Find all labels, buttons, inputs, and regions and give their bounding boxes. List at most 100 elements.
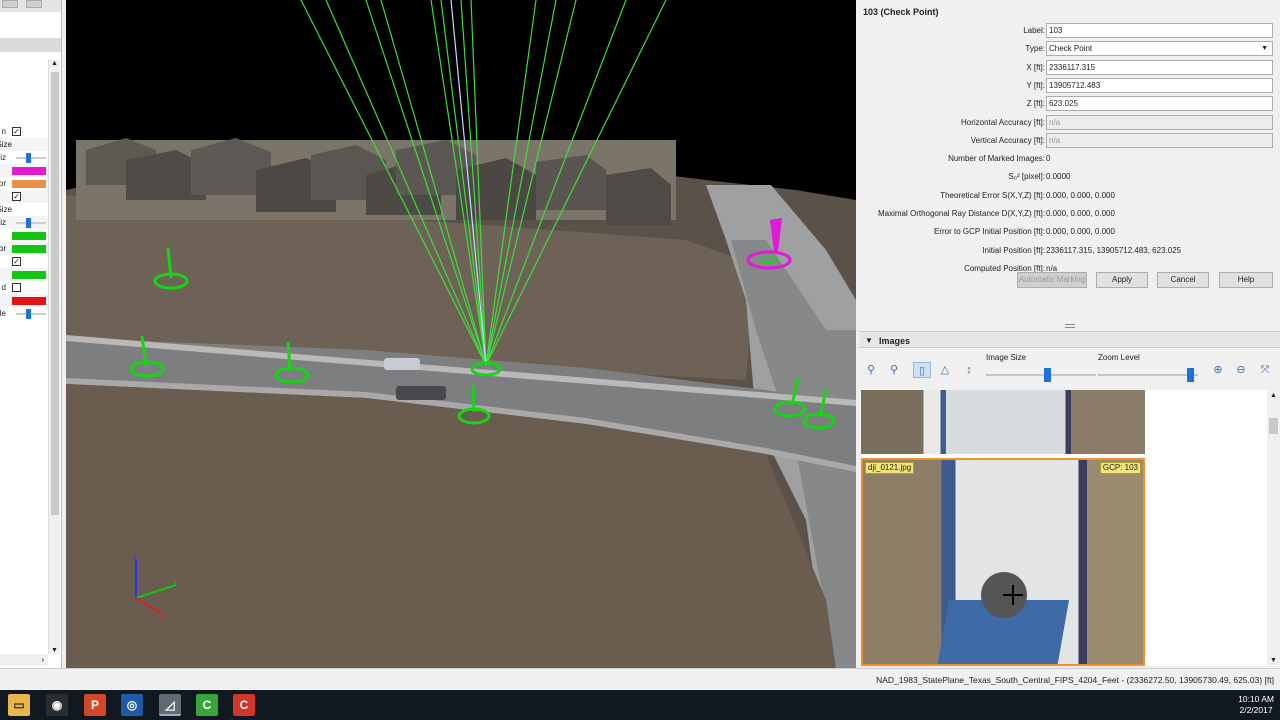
color-swatch[interactable] xyxy=(12,180,46,188)
fit-to-view-icon[interactable]: ⤧ xyxy=(1256,362,1274,378)
zoom-level-slider[interactable] xyxy=(1098,368,1198,382)
scroll-down-icon[interactable]: ▼ xyxy=(1270,657,1277,664)
powerpoint-icon[interactable]: P xyxy=(84,694,106,716)
layers-horizontal-scrollbar[interactable]: › xyxy=(0,654,48,666)
color-swatch[interactable] xyxy=(12,167,46,175)
layer-property-row: cal Siz xyxy=(0,151,48,164)
property-label: Vertical Accuracy [ft]: xyxy=(970,135,1045,145)
scroll-up-icon[interactable]: ▲ xyxy=(51,60,58,67)
property-input[interactable]: 103 xyxy=(1046,23,1273,38)
layers-tool-button[interactable] xyxy=(2,0,18,8)
image-size-slider[interactable] xyxy=(986,368,1096,382)
layer-property-row: Size xyxy=(0,203,48,216)
camtasia-green-icon[interactable]: C xyxy=(196,694,218,716)
layers-header xyxy=(0,38,61,52)
color-swatch[interactable] xyxy=(12,232,46,240)
property-input[interactable]: 2336117.315 xyxy=(1046,59,1273,75)
layer-property-row xyxy=(0,229,48,242)
color-swatch[interactable] xyxy=(12,297,46,305)
image-thumbnail[interactable] xyxy=(861,390,1145,454)
scroll-right-icon[interactable]: › xyxy=(41,655,44,664)
size-slider[interactable] xyxy=(16,153,46,163)
property-value: 0.000, 0.000, 0.000 xyxy=(1046,209,1115,218)
link-icon[interactable]: ⚲ xyxy=(862,362,880,378)
type-select[interactable]: Check Point ▼ xyxy=(1046,41,1273,57)
color-swatch[interactable] xyxy=(12,245,46,253)
property-row: Initial Position [ft]: 2336117.315, 13905… xyxy=(859,242,1280,259)
collapse-triangle-icon[interactable]: ▼ xyxy=(865,336,873,345)
layer-property-label: le xyxy=(0,309,6,318)
file-explorer-icon[interactable]: ▭ xyxy=(8,694,30,716)
layer-checkbox[interactable]: ✓ xyxy=(12,257,21,266)
layer-checkbox[interactable]: ✓ xyxy=(12,127,21,136)
axis-y-label: y xyxy=(173,579,177,586)
layer-property-label: or xyxy=(0,244,6,253)
property-value: 0.000, 0.000, 0.000 xyxy=(1046,190,1115,200)
windows-taskbar: ▭ ◉ P ◎ ◿ C C 10:10 AM 2/2/2017 xyxy=(0,690,1280,720)
slider-thumb[interactable] xyxy=(26,153,31,163)
property-row: Type: Check Point ▼ xyxy=(859,40,1280,57)
images-header[interactable]: ▼ Images xyxy=(859,331,1280,348)
3d-scene[interactable]: z y x xyxy=(66,0,856,668)
clock-time: 10:10 AM xyxy=(1238,694,1274,704)
property-input[interactable]: 13905712.483 xyxy=(1046,77,1273,93)
help-button[interactable]: Help xyxy=(1219,272,1273,288)
unlink-icon[interactable]: ⚲ xyxy=(885,362,903,378)
images-vertical-scrollbar[interactable]: ▲ ▼ xyxy=(1267,390,1280,666)
crosshair-icon xyxy=(1003,585,1023,605)
color-swatch[interactable] xyxy=(12,271,46,279)
slider-thumb[interactable] xyxy=(1187,368,1194,382)
scroll-up-icon[interactable]: ▲ xyxy=(1270,392,1277,399)
column-view-icon[interactable]: ▯ xyxy=(913,362,931,378)
property-value: 2336117.315, 13905712.483, 623.025 xyxy=(1046,245,1182,255)
splitter-handle[interactable] xyxy=(1065,324,1075,328)
layer-property-row: ✓ xyxy=(0,255,48,268)
images-title: Images xyxy=(879,336,911,346)
pix4d-icon[interactable]: ◿ xyxy=(159,694,181,716)
property-input: n/a xyxy=(1046,114,1273,130)
layer-checkbox[interactable] xyxy=(12,283,21,292)
property-row: Theoretical Error S(X,Y,Z) [ft]: 0.000, 0… xyxy=(859,187,1280,204)
property-value: 0.000, 0.000, 0.000 xyxy=(1046,227,1115,237)
layers-tool-button[interactable] xyxy=(26,0,42,8)
layer-property-row: d xyxy=(0,281,48,294)
size-slider[interactable] xyxy=(16,309,46,319)
layers-vertical-scrollbar[interactable]: ▲ ▼ xyxy=(48,60,60,654)
zoom-level-label: Zoom Level xyxy=(1098,353,1140,362)
image-thumbnail-selected[interactable]: dji_0121.jpg GCP: 103 xyxy=(861,458,1145,666)
layer-property-row xyxy=(0,164,48,177)
slider-thumb[interactable] xyxy=(26,309,31,319)
zoom-in-icon[interactable]: ⊕ xyxy=(1209,362,1227,378)
globe-app-icon[interactable]: ◎ xyxy=(121,694,143,716)
layer-checkbox[interactable]: ✓ xyxy=(12,192,21,201)
sort-az-icon[interactable]: ↕ xyxy=(960,362,978,378)
slider-thumb[interactable] xyxy=(1043,368,1051,382)
images-panel: ▼ Images ⚲ ⚲ ▯ △ ↕ Image Size Zoom Level… xyxy=(859,330,1280,668)
car xyxy=(384,358,420,370)
cancel-button[interactable]: Cancel xyxy=(1157,272,1209,288)
layer-property-label: cal Siz xyxy=(0,218,6,227)
apply-button[interactable]: Apply xyxy=(1096,272,1148,288)
scroll-down-icon[interactable]: ▼ xyxy=(51,647,58,654)
property-value: 623.025 xyxy=(1049,99,1078,109)
layer-property-label: cal Siz xyxy=(0,153,6,162)
chevron-down-icon[interactable]: ▼ xyxy=(1261,42,1268,55)
scrollbar-thumb[interactable] xyxy=(1269,418,1278,434)
scrollbar-thumb[interactable] xyxy=(51,72,59,515)
3d-view-canvas[interactable]: z y x xyxy=(66,0,856,668)
image-size-label: Image Size xyxy=(986,353,1027,362)
sort-ascending-icon[interactable]: △ xyxy=(936,362,954,378)
system-clock[interactable]: 10:10 AM 2/2/2017 xyxy=(1238,694,1274,716)
property-value: 0 xyxy=(1046,154,1051,164)
chrome-app-icon[interactable]: ◉ xyxy=(46,694,68,716)
automatic-marking-button[interactable]: Automatic Marking xyxy=(1017,272,1087,288)
property-input[interactable]: 623.025 xyxy=(1046,96,1273,112)
property-value: 2336117.315 xyxy=(1049,62,1096,72)
slider-thumb[interactable] xyxy=(26,218,31,228)
size-slider[interactable] xyxy=(16,218,46,228)
panel-title: 103 (Check Point) xyxy=(863,7,939,17)
property-label: S₀² [pixel]: xyxy=(1008,172,1045,182)
status-bar: NAD_1983_StatePlane_Texas_South_Central_… xyxy=(0,668,1280,690)
camtasia-red-icon[interactable]: C xyxy=(233,694,255,716)
zoom-out-icon[interactable]: ⊖ xyxy=(1232,362,1250,378)
